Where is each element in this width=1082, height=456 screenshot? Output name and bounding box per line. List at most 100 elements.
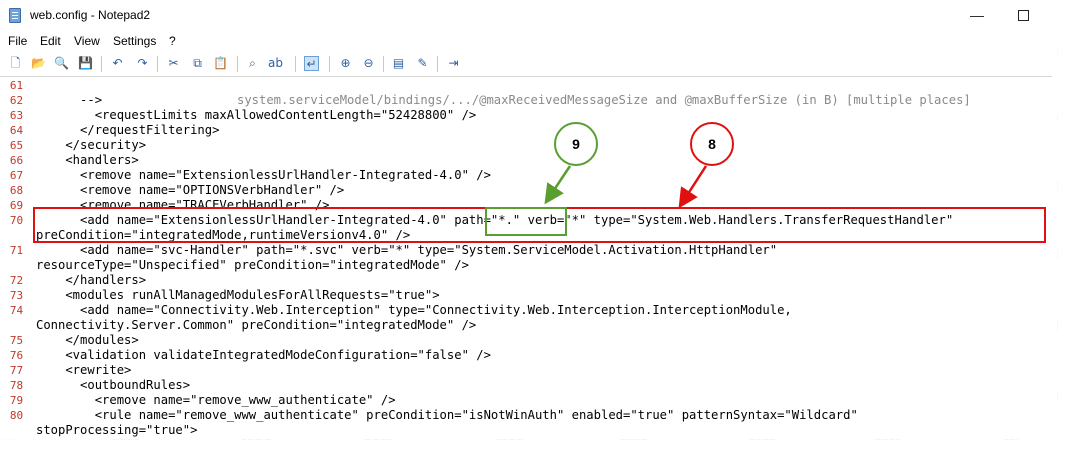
line-text: </modules> <box>36 333 139 347</box>
paste-icon[interactable]: 📋 <box>213 56 228 71</box>
code-line[interactable]: 66 <handlers> <box>0 153 1058 168</box>
line-text: <rewrite> <box>36 363 132 377</box>
redo-icon[interactable]: ↷ <box>135 56 150 71</box>
code-line[interactable]: 79 <remove name="remove_www_authenticate… <box>0 393 1058 408</box>
toolbar-separator <box>237 56 238 72</box>
window-title: web.config - Notepad2 <box>30 8 151 22</box>
title-bar: web.config - Notepad2 — <box>0 0 1058 31</box>
code-line[interactable]: 61 <box>0 78 1058 93</box>
line-number: 68 <box>9 184 24 197</box>
line-number: 78 <box>9 379 24 392</box>
new-file-icon[interactable]: 🗋 <box>8 56 23 71</box>
line-number: 71 <box>9 244 24 257</box>
menu-settings[interactable]: Settings <box>113 34 156 48</box>
code-line[interactable]: 75 </modules> <box>0 333 1058 348</box>
toolbar-separator <box>157 56 158 72</box>
find-icon[interactable]: ⌕ <box>245 56 260 71</box>
toolbar-separator <box>437 56 438 72</box>
code-line[interactable]: 76 <validation validateIntegratedModeCon… <box>0 348 1058 363</box>
notepad-app-icon <box>9 8 21 23</box>
line-text: <modules runAllManagedModulesForAllReque… <box>36 288 440 302</box>
line-text: stopProcessing="true"> <box>36 423 198 437</box>
line-number: 79 <box>9 394 24 407</box>
toolbar-separator <box>101 56 102 72</box>
line-text: <remove name="remove_www_authenticate" /… <box>36 393 396 407</box>
line-text: --> <box>36 93 103 107</box>
menu-edit[interactable]: Edit <box>40 34 61 48</box>
line-number: 69 <box>9 199 24 212</box>
toolbar-separator <box>383 56 384 72</box>
line-number: 66 <box>9 154 24 167</box>
code-line[interactable]: 78 <outboundRules> <box>0 378 1058 393</box>
line-text: <validation validateIntegratedModeConfig… <box>36 348 491 362</box>
line-number: 77 <box>9 364 24 377</box>
line-number: 61 <box>9 79 24 92</box>
line-text: <remove name="OPTIONSVerbHandler" /> <box>36 183 345 197</box>
scheme-icon[interactable]: ▤ <box>391 56 406 71</box>
toolbar-separator <box>329 56 330 72</box>
line-text: </security> <box>36 138 147 152</box>
line-text: resourceType="Unspecified" preCondition=… <box>36 258 469 272</box>
line-text: <add name="Connectivity.Web.Interception… <box>36 303 792 317</box>
line-number: 65 <box>9 139 24 152</box>
copy-icon[interactable]: ⧉ <box>190 56 205 71</box>
line-number: 63 <box>9 109 24 122</box>
line-number: 73 <box>9 289 24 302</box>
green-highlight-box <box>485 207 567 236</box>
undo-icon[interactable]: ↶ <box>110 56 125 71</box>
line-number: 76 <box>9 349 24 362</box>
save-icon[interactable]: 💾 <box>78 56 93 71</box>
menu-file[interactable]: File <box>8 34 27 48</box>
line-text: <add name="svc-Handler" path="*.svc" ver… <box>36 243 778 257</box>
word-wrap-icon[interactable]: ↵ <box>304 56 319 71</box>
code-line[interactable]: 67 <remove name="ExtensionlessUrlHandler… <box>0 168 1058 183</box>
code-line[interactable]: 64 </requestFiltering> <box>0 123 1058 138</box>
code-line[interactable]: resourceType="Unspecified" preCondition=… <box>0 258 1058 273</box>
callout-9: 9 <box>554 122 598 166</box>
code-line[interactable]: stopProcessing="true"> <box>0 423 1058 438</box>
line-number: 80 <box>9 409 24 422</box>
callout-8: 8 <box>690 122 734 166</box>
line-number: 74 <box>9 304 24 317</box>
code-line[interactable]: 80 <rule name="remove_www_authenticate" … <box>0 408 1058 423</box>
browse-icon[interactable]: 🔍 <box>54 56 69 71</box>
maximize-button[interactable] <box>1008 4 1038 26</box>
code-line[interactable]: 71 <add name="svc-Handler" path="*.svc" … <box>0 243 1058 258</box>
menu-help[interactable]: ? <box>169 34 176 48</box>
line-text: <handlers> <box>36 153 139 167</box>
line-number: 64 <box>9 124 24 137</box>
line-number: 62 <box>9 94 24 107</box>
code-line[interactable]: 74 <add name="Connectivity.Web.Intercept… <box>0 303 1058 318</box>
code-line[interactable]: 68 <remove name="OPTIONSVerbHandler" /> <box>0 183 1058 198</box>
line-number: 75 <box>9 334 24 347</box>
code-line[interactable]: Connectivity.Server.Common" preCondition… <box>0 318 1058 333</box>
minimize-button[interactable]: — <box>962 4 992 26</box>
code-line[interactable]: 63 <requestLimits maxAllowedContentLengt… <box>0 108 1058 123</box>
code-line[interactable]: 73 <modules runAllManagedModulesForAllRe… <box>0 288 1058 303</box>
line-text: <rule name="remove_www_authenticate" pre… <box>36 408 858 422</box>
line-number: 70 <box>9 214 24 227</box>
zoom-out-icon[interactable]: ⊖ <box>361 56 376 71</box>
exit-icon[interactable]: ⇥ <box>446 56 461 71</box>
text-editor[interactable]: system.serviceModel/bindings/.../@maxRec… <box>0 76 1058 440</box>
menu-bar: File Edit View Settings ? <box>0 31 1058 51</box>
open-folder-icon[interactable]: 📂 <box>31 56 46 71</box>
line-text: </handlers> <box>36 273 147 287</box>
toolbar: 🗋 📂 🔍 💾 ↶ ↷ ✂ ⧉ 📋 ⌕ ab ↵ ⊕ ⊖ ▤ ✎ ⇥ <box>0 52 1058 76</box>
code-line[interactable]: 65 </security> <box>0 138 1058 153</box>
toolbar-separator <box>295 56 296 72</box>
code-line[interactable]: 77 <rewrite> <box>0 363 1058 378</box>
menu-view[interactable]: View <box>74 34 100 48</box>
line-number: 72 <box>9 274 24 287</box>
code-line[interactable]: 62 --> <box>0 93 1058 108</box>
code-line[interactable]: 72 </handlers> <box>0 273 1058 288</box>
line-number: 67 <box>9 169 24 182</box>
customize-icon[interactable]: ✎ <box>415 56 430 71</box>
cut-icon[interactable]: ✂ <box>166 56 181 71</box>
line-text: <outboundRules> <box>36 378 191 392</box>
line-text: <requestLimits maxAllowedContentLength="… <box>36 108 477 122</box>
replace-icon[interactable]: ab <box>268 56 283 71</box>
line-text: </requestFiltering> <box>36 123 220 137</box>
line-text: <remove name="ExtensionlessUrlHandler-In… <box>36 168 491 182</box>
zoom-in-icon[interactable]: ⊕ <box>338 56 353 71</box>
